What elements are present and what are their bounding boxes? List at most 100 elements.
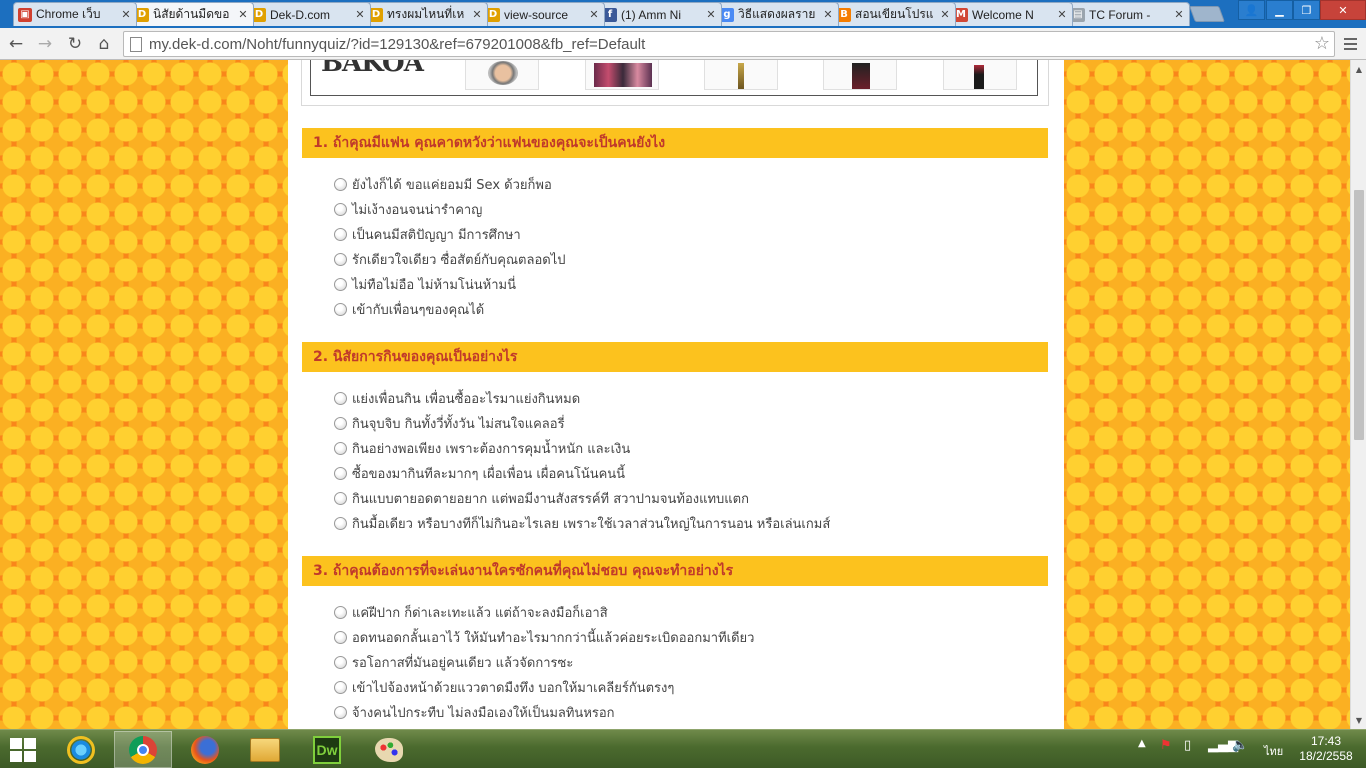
answer-option[interactable]: ไม่ทือไม่อือ ไม่ห้ามโน่นห้ามนี่ <box>334 272 1034 297</box>
tab-close-icon[interactable]: ✕ <box>939 8 951 21</box>
internet-explorer-icon[interactable] <box>52 731 110 768</box>
answer-radio[interactable] <box>334 203 347 216</box>
home-icon[interactable]: ⌂ <box>92 32 116 56</box>
answer-option[interactable]: เข้าไปจ้องหน้าด้วยแววตาดมืงทึง บอกให้มาเ… <box>334 675 1034 700</box>
browser-tab[interactable]: g วิธีแสดงผลราย ✕ <box>715 2 839 26</box>
browser-tab[interactable]: Dview-source ✕ <box>481 2 605 26</box>
answer-option[interactable]: แค่ฝีปาก ก็ด่าเละเทะแล้ว แต่ถ้าจะลงมือก็… <box>334 600 1034 625</box>
dreamweaver-icon[interactable]: Dw <box>298 731 356 768</box>
answer-radio[interactable] <box>334 706 347 719</box>
language-indicator[interactable]: ไทย <box>1264 742 1283 760</box>
user-button[interactable]: 👤 <box>1238 0 1265 20</box>
tab-close-icon[interactable]: ✕ <box>1056 8 1068 21</box>
scroll-down-icon[interactable]: ▼ <box>1351 713 1366 727</box>
answer-option[interactable]: จ้างคนไปกระทืบ ไม่ลงมือเองให้เป็นมลทินหร… <box>334 700 1034 725</box>
chrome-taskbar-icon[interactable] <box>114 731 172 768</box>
browser-tab[interactable]: ▣ Chrome เว็บ ✕ <box>13 2 137 26</box>
tab-close-icon[interactable]: ✕ <box>120 8 132 21</box>
answer-options: ยังไงก็ได้ ขอแค่ยอมมี Sex ด้วยก็พอไม่เง้… <box>334 172 1034 322</box>
paint-icon[interactable] <box>360 731 418 768</box>
minimize-button[interactable]: ▁ <box>1266 0 1293 20</box>
product-blush[interactable] <box>823 60 897 90</box>
scroll-up-icon[interactable]: ▲ <box>1351 62 1366 76</box>
answer-option[interactable]: กินจุบจิบ กินทั้งวี่ทั้งวัน ไม่สนใจแคลอร… <box>334 411 1034 436</box>
answer-option[interactable]: กินมื้อเดียว หรือบางทีก็ไม่กินอะไรเลย เพ… <box>334 511 1034 536</box>
answer-label: กินอย่างพอเพียง เพราะต้องการคุมน้ำหนัก แ… <box>352 442 631 457</box>
browser-tab[interactable]: M Welcome N ✕ <box>949 2 1073 26</box>
browser-tab[interactable]: f (1) Amm Ni ✕ <box>598 2 722 26</box>
tab-close-icon[interactable]: ✕ <box>1173 8 1185 21</box>
answer-option[interactable]: รอโอกาสที่มันอยู่คนเดียว แล้วจัดการซะ <box>334 650 1034 675</box>
answer-option[interactable]: กินแบบตายอดตายอยาก แต่พอมีงานสังสรรค์ที … <box>334 486 1034 511</box>
browser-tab[interactable]: B สอนเขียนโปรแ ✕ <box>832 2 956 26</box>
vertical-scrollbar[interactable]: ▲ ▼ <box>1350 60 1366 729</box>
product-powder[interactable] <box>465 60 539 90</box>
answer-label: ไม่ทือไม่อือ ไม่ห้ามโน่นห้ามนี่ <box>352 278 516 293</box>
tab-title: ทรงผมไหนที่เห <box>387 7 465 21</box>
ad-banner[interactable]: BAKOA <box>301 60 1049 106</box>
system-clock[interactable]: 17:43 18/2/2558 <box>1296 734 1356 764</box>
close-window-button[interactable]: ✕ <box>1320 0 1366 20</box>
answer-label: เข้ากับเพื่อนๆของคุณได้ <box>352 303 485 318</box>
answer-option[interactable]: ยังไงก็ได้ ขอแค่ยอมมี Sex ด้วยก็พอ <box>334 172 1034 197</box>
power-icon[interactable]: ▯ <box>1184 738 1191 753</box>
answer-radio[interactable] <box>334 606 347 619</box>
answer-radio[interactable] <box>334 303 347 316</box>
answer-label: ยังไงก็ได้ ขอแค่ยอมมี Sex ด้วยก็พอ <box>352 178 552 193</box>
show-hidden-icons-icon[interactable]: ▲ <box>1138 738 1146 749</box>
answer-radio[interactable] <box>334 178 347 191</box>
tab-close-icon[interactable]: ✕ <box>237 8 249 21</box>
answer-radio[interactable] <box>334 253 347 266</box>
back-icon[interactable]: ← <box>4 32 28 56</box>
answer-option[interactable]: เป็นคนมีสติปัญญา มีการศึกษา <box>334 222 1034 247</box>
answer-radio[interactable] <box>334 442 347 455</box>
product-lipstick[interactable] <box>943 60 1017 90</box>
file-explorer-icon[interactable] <box>236 731 294 768</box>
browser-tab[interactable]: D Dek-D.com ✕ <box>247 2 371 26</box>
url-input[interactable] <box>149 34 1299 54</box>
tab-close-icon[interactable]: ✕ <box>588 8 600 21</box>
tab-close-icon[interactable]: ✕ <box>822 8 834 21</box>
answer-option[interactable]: ซื้อของมากินทีละมากๆ เผื่อเพื่อน เผื่อคน… <box>334 461 1034 486</box>
scrollbar-thumb[interactable] <box>1354 190 1364 440</box>
browser-tab[interactable]: D ทรงผมไหนที่เห ✕ <box>364 2 488 26</box>
forward-icon[interactable]: → <box>33 32 57 56</box>
answer-radio[interactable] <box>334 492 347 505</box>
answer-radio[interactable] <box>334 517 347 530</box>
clock-time: 17:43 <box>1310 734 1342 748</box>
answer-radio[interactable] <box>334 392 347 405</box>
tab-close-icon[interactable]: ✕ <box>705 8 717 21</box>
bookmark-star-icon[interactable]: ☆ <box>1314 33 1330 54</box>
windows-start-icon[interactable] <box>10 738 38 762</box>
answer-radio[interactable] <box>334 681 347 694</box>
tab-close-icon[interactable]: ✕ <box>471 8 483 21</box>
volume-icon[interactable]: 🔈 <box>1232 738 1248 753</box>
answer-radio[interactable] <box>334 631 347 644</box>
answer-radio[interactable] <box>334 467 347 480</box>
answer-option[interactable]: รักเดียวใจเดียว ซื่อสัตย์กับคุณตลอดไป <box>334 247 1034 272</box>
tab-close-icon[interactable]: ✕ <box>354 8 366 21</box>
answer-radio[interactable] <box>334 417 347 430</box>
answer-radio[interactable] <box>334 278 347 291</box>
browser-tab[interactable]: ▤ TC Forum - ✕ <box>1066 2 1190 26</box>
firefox-icon[interactable] <box>176 731 234 768</box>
browser-tab[interactable]: D นิสัยด้านมืดขอ ✕ <box>130 2 254 26</box>
chrome-menu-icon[interactable] <box>1340 34 1360 54</box>
answer-option[interactable]: เข้ากับเพื่อนๆของคุณได้ <box>334 297 1034 322</box>
action-center-icon[interactable]: ⚑ <box>1160 738 1172 753</box>
new-tab-button[interactable] <box>1189 6 1225 22</box>
product-mascara[interactable] <box>704 60 778 90</box>
question-title: 2. นิสัยการกินของคุณเป็นอย่างไร <box>302 342 1048 372</box>
answer-radio[interactable] <box>334 656 347 669</box>
address-bar[interactable]: ☆ <box>123 31 1335 57</box>
answer-label: กินจุบจิบ กินทั้งวี่ทั้งวัน ไม่สนใจแคลอร… <box>352 417 565 432</box>
maximize-button[interactable]: ❐ <box>1293 0 1320 20</box>
answer-option[interactable]: ไม่เง้างอนจนน่ารำคาญ <box>334 197 1034 222</box>
answer-option[interactable]: กินอย่างพอเพียง เพราะต้องการคุมน้ำหนัก แ… <box>334 436 1034 461</box>
tab-favicon-icon: D <box>486 7 500 22</box>
answer-radio[interactable] <box>334 228 347 241</box>
reload-icon[interactable]: ↻ <box>63 32 87 56</box>
answer-option[interactable]: อดทนอดกลั้นเอาไว้ ให้มันทำอะไรมากกว่านี้… <box>334 625 1034 650</box>
product-palette[interactable] <box>585 60 659 90</box>
answer-option[interactable]: แย่งเพื่อนกิน เพื่อนซื้ออะไรมาแย่งกินหมด <box>334 386 1034 411</box>
